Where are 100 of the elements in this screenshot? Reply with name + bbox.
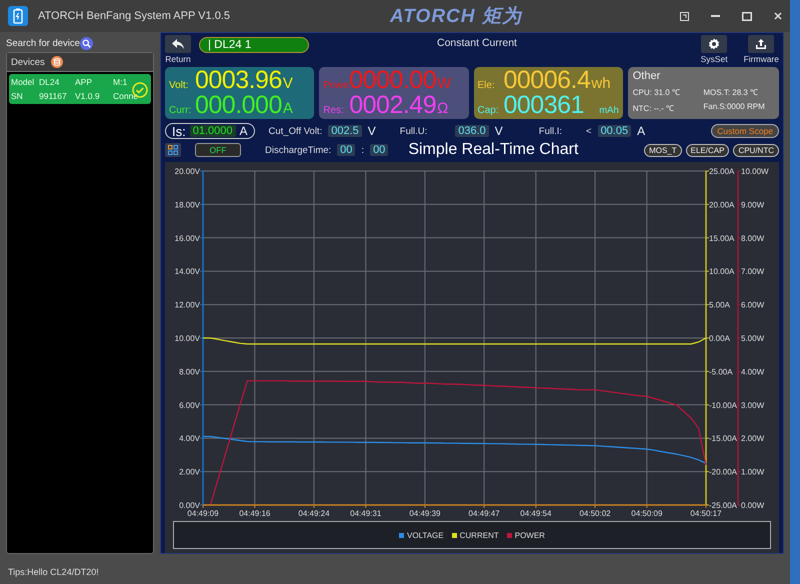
close-icon[interactable] [774, 12, 782, 20]
readout-label: Cap: [478, 105, 500, 116]
current-setting[interactable]: Is: 01.0000 A [165, 123, 255, 139]
restore-icon[interactable] [680, 12, 689, 20]
grid-button[interactable] [165, 143, 181, 157]
axis-label: 20.00V [174, 167, 200, 176]
legend-label: CURRENT [460, 530, 499, 540]
axis-label: 0.00V [179, 501, 200, 510]
custom-scope-button[interactable]: Custom Scope [711, 124, 779, 138]
search-label: Search for device [6, 38, 80, 48]
device-field: 991167 [39, 91, 75, 101]
axis-label: 10.00A [709, 267, 734, 276]
setting-label: Full.I: [538, 126, 562, 136]
axis-label: 18.00V [174, 200, 200, 210]
axis-label: 7.00W [741, 267, 764, 276]
readout-label: Res: [323, 105, 345, 116]
search-icon[interactable] [80, 36, 93, 50]
readout-value: 000361 [504, 93, 584, 118]
chart-title: Simple Real-Time Chart [408, 141, 578, 159]
sensor-reading: Fan.S:0000 RPM [703, 102, 766, 113]
device-field: Conne [113, 91, 151, 101]
axis-label: 04:50:02 [579, 509, 611, 517]
readout-label: Powe: [323, 80, 350, 91]
axis-label: 04:50:09 [631, 509, 662, 517]
axis-label: 12.00V [174, 300, 200, 310]
axis-label: 04:49:47 [468, 509, 500, 517]
axis-label: 1.00W [741, 468, 764, 477]
legend-label: POWER [514, 530, 545, 540]
unit-label: Ω [437, 100, 448, 117]
axis-label: 0.00W [741, 501, 764, 510]
chart-mode-button[interactable]: CPU/NTC [733, 144, 779, 156]
unit-label: wh [591, 75, 611, 92]
window-title: ATORCH BenFang System APP V1.0.5 [38, 10, 230, 22]
axis-label: 6.00W [741, 300, 764, 310]
time-separator: : [361, 144, 364, 156]
readout-value: 000.000 [195, 93, 282, 118]
sensor-reading: NTC: --.- ℃ [632, 103, 676, 113]
axis-label: 0.00A [709, 334, 730, 343]
toggle-button[interactable]: OFF [195, 143, 241, 157]
readout-label: Volt: [169, 80, 190, 91]
sensor-reading: CPU: 31.0 ℃ [632, 87, 681, 97]
axis-label: 4.00W [741, 367, 764, 376]
chart-mode-button[interactable]: ELE/CAP [686, 144, 730, 156]
axis-label: 16.00V [174, 234, 200, 243]
axis-label: 04:49:09 [187, 509, 219, 517]
sensor-reading: MOS.T: 28.3 ℃ [703, 87, 760, 97]
axis-label: -15.00A [709, 434, 738, 444]
input-field[interactable]: 00.05 [598, 125, 632, 137]
return-icon [171, 38, 185, 50]
device-tab[interactable]: | DL24 1 [199, 37, 309, 53]
axis-label: 04:49:24 [298, 509, 330, 517]
toolbar-button[interactable]: Firmware [744, 35, 779, 64]
maximize-icon[interactable] [742, 12, 752, 20]
readout-value: 0002.49 [349, 93, 436, 118]
database-icon [50, 56, 63, 68]
device-field: V1.0.9 [75, 91, 113, 101]
chart-mode-button[interactable]: MOS_T [644, 144, 682, 156]
axis-label: 5.00A [709, 300, 730, 310]
axis-label: 10.00V [174, 334, 200, 343]
device-field: Model [11, 77, 39, 87]
unit-label: V [494, 124, 503, 138]
input-field[interactable]: 036.0 [455, 125, 489, 137]
upload-icon [755, 38, 768, 50]
axis-label: 8.00W [741, 234, 764, 243]
axis-label: 14.00V [174, 267, 200, 276]
setting-label: < [586, 126, 592, 136]
settings-icon [708, 38, 720, 50]
axis-label: 04:49:54 [520, 509, 552, 517]
axis-label: -5.00A [709, 367, 733, 376]
axis-label: 8.00V [179, 367, 200, 376]
device-field: M:1 [113, 77, 151, 87]
input-field[interactable]: 00 [370, 144, 388, 156]
axis-label: -20.00A [709, 468, 738, 477]
legend-label: VOLTAGE [407, 530, 444, 540]
unit-label: W [437, 75, 452, 92]
readout-value: 0000.00 [349, 68, 436, 93]
unit-label: V [368, 124, 376, 138]
unit-label: V [282, 75, 293, 92]
readout-value: 00006.4 [504, 68, 590, 93]
card-title: Other [632, 70, 662, 82]
axis-label: 15.00A [709, 234, 734, 243]
axis-label: 04:49:39 [409, 509, 440, 517]
device-field: DL24 [39, 77, 75, 87]
axis-label: 9.00W [741, 200, 764, 210]
setting-label: DischargeTime: [265, 144, 332, 156]
axis-label: 2.00V [179, 468, 200, 477]
battery-icon [8, 6, 28, 26]
input-field[interactable]: 00 [337, 144, 356, 156]
list-header: Devices [11, 56, 45, 68]
setting-label: Cut_Off Volt: [268, 126, 322, 136]
readout-value: 0003.96 [195, 68, 282, 93]
axis-label: -10.00A [709, 400, 738, 410]
readout-label: Curr: [169, 105, 192, 116]
input-field[interactable]: 002.5 [328, 125, 362, 137]
axis-label: 4.00V [179, 434, 200, 444]
axis-label: 5.00W [741, 334, 764, 343]
axis-label: 6.00V [179, 400, 200, 410]
setting-label: Full.U: [400, 126, 428, 136]
device-field: SN [11, 91, 39, 101]
unit-label: A [637, 124, 646, 138]
